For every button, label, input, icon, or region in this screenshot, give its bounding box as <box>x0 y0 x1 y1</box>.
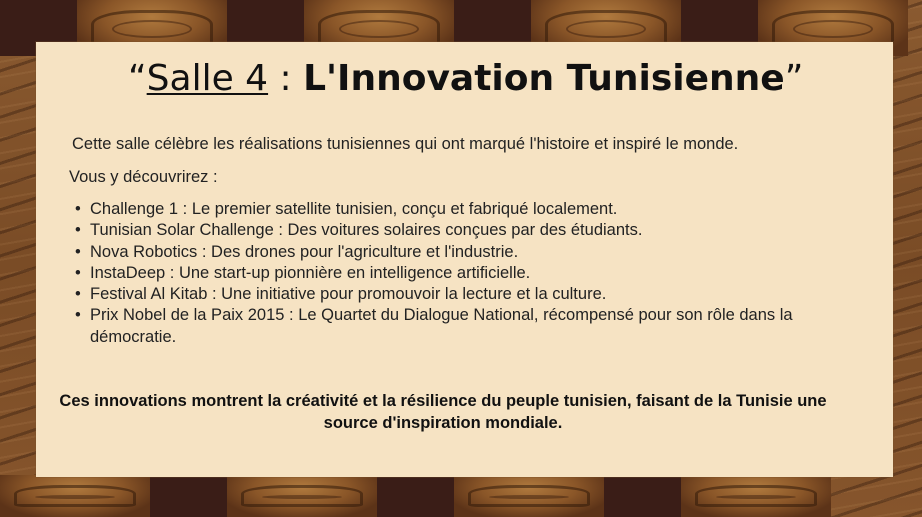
title-open-quote: “ <box>128 58 147 99</box>
slide-title: “Salle 4 : L'Innovation Tunisienne” <box>128 58 803 99</box>
list-item: Nova Robotics : Des drones pour l'agricu… <box>75 242 830 264</box>
column-shadow <box>377 475 454 517</box>
column-base-ornament <box>681 475 831 517</box>
list-item: Challenge 1 : Le premier satellite tunis… <box>75 199 830 221</box>
column-base-ornament <box>454 475 604 517</box>
column-base-ornament <box>0 475 150 517</box>
title-room-label: Salle 4 <box>146 58 269 99</box>
list-item: Tunisian Solar Challenge : Des voitures … <box>75 220 830 242</box>
column-base-ornament <box>227 475 377 517</box>
title-close-quote: ” <box>784 58 804 99</box>
intro-text: Cette salle célèbre les réalisations tun… <box>72 135 739 153</box>
title-topic: L'Innovation Tunisienne <box>303 58 785 99</box>
list-item: Festival Al Kitab : Une initiative pour … <box>75 284 830 306</box>
innovation-list: Challenge 1 : Le premier satellite tunis… <box>75 199 830 348</box>
bottom-column-band <box>0 475 922 517</box>
list-lead-text: Vous y découvrirez : <box>69 168 218 186</box>
column-shadow <box>150 475 227 517</box>
column-shadow <box>604 475 681 517</box>
list-item: Prix Nobel de la Paix 2015 : Le Quartet … <box>75 305 830 348</box>
closing-statement: Ces innovations montrent la créativité e… <box>59 392 827 432</box>
list-item: InstaDeep : Une start-up pionnière en in… <box>75 263 830 285</box>
title-separator: : <box>268 58 304 99</box>
